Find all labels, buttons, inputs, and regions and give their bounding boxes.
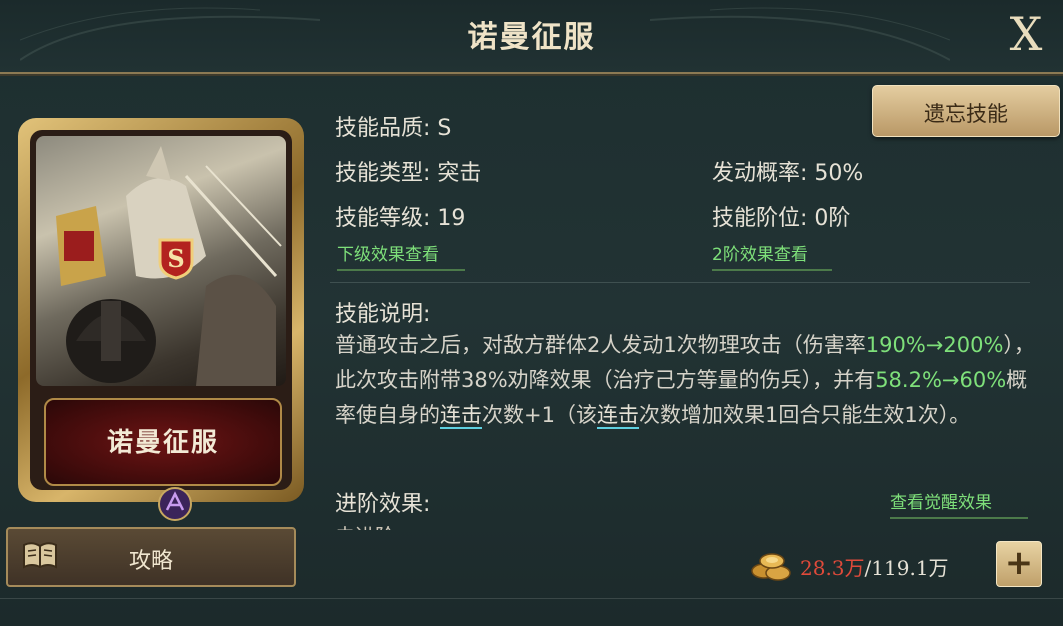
next-level-effect-link[interactable]: 下级效果查看 [337,240,465,271]
grade-s-badge: S [158,238,194,280]
skill-card-frame: 诺曼征服 [30,130,292,490]
resource-max: 119.1万 [871,556,949,580]
desc-text-4: 次数+1（该 [482,403,597,427]
damage-rate-value: 190%→200% [865,333,1004,357]
close-button[interactable]: X [1001,8,1051,60]
forget-skill-label: 遗忘技能 [924,102,1008,126]
guide-button[interactable]: 攻略 [6,527,296,587]
bottom-divider [0,598,1063,599]
chance-value: 58.2%→60% [875,368,1007,392]
skill-card: 诺曼征服 S [18,118,304,521]
combo-keyword-link-2[interactable]: 连击 [596,403,639,429]
description-label: 技能说明: [335,302,431,327]
forget-skill-button[interactable]: 遗忘技能 [872,85,1060,137]
skill-level: 技能等级: 19 [335,206,466,231]
resource-counter: 28.3万/119.1万 [748,545,998,585]
resource-value: 28.3万/119.1万 [800,552,949,581]
skill-card-name: 诺曼征服 [106,428,219,458]
skill-description: 普通攻击之后，对敌方群体2人发动1次物理攻击（伤害率190%→200%），此次攻… [335,328,1035,433]
desc-text-1: 普通攻击之后，对敌方群体2人发动1次物理攻击（伤害率 [335,333,866,357]
advanced-effect-text: 未进阶 [335,520,395,530]
grade-s-letter: S [167,244,184,273]
add-resource-button[interactable]: + [996,541,1042,587]
page-title: 诺曼征服 [467,20,596,55]
desc-text-5: 次数增加效果1回合只能生效1次）。 [638,403,971,427]
trigger-rate: 发动概率: 50% [712,161,864,186]
section-divider [330,282,1030,283]
guide-button-label: 攻略 [128,549,173,574]
advanced-effect-label: 进阶效果: [335,492,431,517]
resource-current: 28.3万 [800,556,865,580]
coin-stack-icon [751,553,791,581]
header-bar: 诺曼征服 X [0,0,1063,74]
rune-icon [158,487,192,521]
combo-keyword-link[interactable]: 连击 [440,403,482,429]
skill-detail-panel: 诺曼征服 X 诺曼征服 S 攻略 遗忘技能 技能品质: S 技能类型: 突击 发… [0,0,1063,626]
skill-type: 技能类型: 突击 [335,161,482,186]
skill-name-plate: 诺曼征服 [44,398,282,486]
skill-quality: 技能品质: S [335,116,452,141]
tier2-effect-link[interactable]: 2阶效果查看 [712,240,832,271]
awaken-effect-link[interactable]: 查看觉醒效果 [890,488,1028,519]
skill-tier: 技能阶位: 0阶 [712,206,851,231]
